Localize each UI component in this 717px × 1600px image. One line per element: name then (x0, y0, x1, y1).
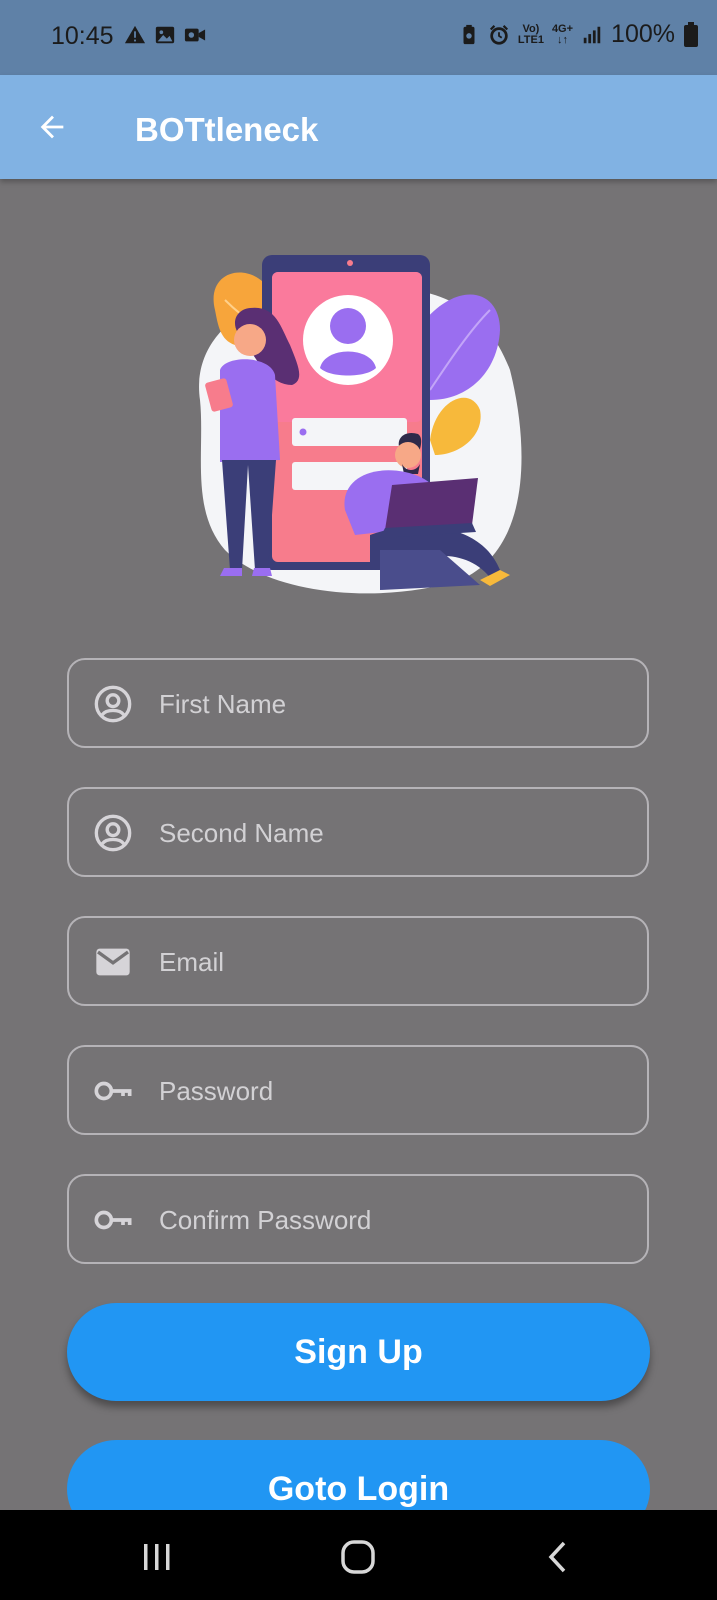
battery-saver-icon (463, 24, 475, 44)
app-title: BOTtleneck (135, 111, 319, 148)
key-icon (94, 1210, 132, 1230)
confirm-password-input[interactable] (157, 1176, 631, 1264)
network-type: 4G+ ↓↑ (551, 22, 574, 46)
back-button[interactable] (26, 101, 78, 153)
volte-indicator: Vo) LTE1 (517, 22, 544, 46)
confirm-password-field[interactable] (67, 1174, 649, 1264)
back-icon (548, 1541, 566, 1573)
recents-icon (144, 1544, 170, 1570)
password-field[interactable] (67, 1045, 649, 1135)
recents-button[interactable] (132, 1532, 182, 1582)
image-icon (155, 26, 175, 44)
second-name-input[interactable] (157, 789, 631, 877)
status-right: Vo) LTE1 4G+ ↓↑ 100% (458, 20, 699, 49)
alarm-icon (489, 24, 508, 45)
status-time: 10:45 (51, 22, 114, 50)
home-icon (341, 1540, 375, 1574)
app-bar: BOTtleneck (0, 75, 717, 179)
first-name-input[interactable] (157, 660, 631, 748)
first-name-field[interactable] (67, 658, 649, 748)
nav-back-button[interactable] (533, 1532, 583, 1582)
warning-icon (124, 25, 146, 44)
email-input[interactable] (157, 918, 631, 1006)
signup-illustration (199, 255, 522, 594)
email-field[interactable] (67, 916, 649, 1006)
status-bar: 10:45 Vo) LTE1 4G+ ↓↑ 100% (0, 0, 717, 75)
system-nav-bar (0, 1510, 717, 1600)
key-icon (94, 1081, 132, 1101)
account-circle-icon (94, 814, 132, 852)
signal-icon (583, 26, 601, 43)
second-name-field[interactable] (67, 787, 649, 877)
account-circle-icon (94, 685, 132, 723)
battery-icon (684, 21, 698, 47)
video-icon (184, 28, 206, 42)
battery-percent: 100% (611, 20, 675, 48)
password-input[interactable] (157, 1047, 631, 1135)
mail-icon (96, 948, 130, 976)
arrow-back-icon (40, 115, 64, 139)
status-left-icons (124, 24, 206, 46)
home-button[interactable] (333, 1532, 383, 1582)
sign-up-button[interactable]: Sign Up (67, 1303, 650, 1401)
